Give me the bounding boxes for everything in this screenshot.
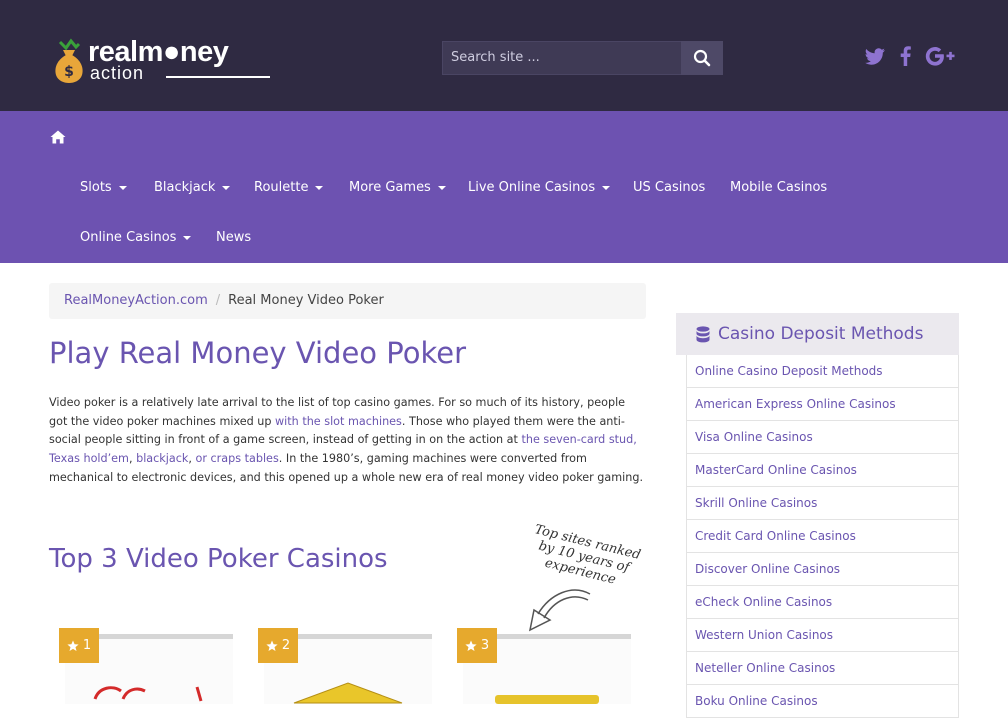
nav-item-label: US Casinos xyxy=(633,180,706,195)
caret-down-icon xyxy=(222,185,231,190)
sidebar-item-echeck[interactable]: eCheck Online Casinos xyxy=(687,586,958,619)
logo-underline xyxy=(166,76,270,78)
database-icon xyxy=(696,325,710,342)
google-plus-link[interactable] xyxy=(924,44,956,68)
page-title: Play Real Money Video Poker xyxy=(49,336,466,370)
rank-badge-1: 1 xyxy=(59,628,99,663)
rank-badge-3: 3 xyxy=(457,628,497,663)
money-bag-icon: $ xyxy=(55,38,83,83)
nav-item-label: Mobile Casinos xyxy=(730,180,828,195)
search-icon xyxy=(693,49,711,67)
nav-item-label: Live Online Casinos xyxy=(468,180,596,195)
craps-tables-link[interactable]: or craps tables xyxy=(196,452,279,465)
sidebar-item-credit-card[interactable]: Credit Card Online Casinos xyxy=(687,520,958,553)
facebook-icon xyxy=(900,46,911,66)
nav-item-label: Roulette xyxy=(254,180,309,195)
sidebar-item-discover[interactable]: Discover Online Casinos xyxy=(687,553,958,586)
twitter-link[interactable] xyxy=(864,44,886,68)
nav-item-label: Blackjack xyxy=(154,180,216,195)
site-logo[interactable]: $ realm●ney action xyxy=(54,36,274,84)
sidebar-item-online-casino-deposit-methods[interactable]: Online Casino Deposit Methods xyxy=(687,355,958,388)
search-input[interactable]: Search site ... xyxy=(442,41,682,75)
nav-item-blackjack[interactable]: Blackjack xyxy=(154,180,231,195)
nav-item-label: More Games xyxy=(349,180,431,195)
sidebar-item-western-union[interactable]: Western Union Casinos xyxy=(687,619,958,652)
curved-arrow-icon xyxy=(528,589,591,632)
nav-item-label: Online Casinos xyxy=(80,230,177,245)
nav-item-live-online-casinos[interactable]: Live Online Casinos xyxy=(468,180,611,195)
nav-item-news[interactable]: News xyxy=(216,230,251,245)
twitter-icon xyxy=(865,47,885,65)
sidebar-header: Casino Deposit Methods xyxy=(676,313,959,355)
sidebar-item-mastercard[interactable]: MasterCard Online Casinos xyxy=(687,454,958,487)
rank-number: 3 xyxy=(480,638,490,653)
section-title: Top 3 Video Poker Casinos xyxy=(49,544,388,574)
rank-badge-2: 2 xyxy=(258,628,298,663)
google-plus-icon xyxy=(925,47,955,66)
sidebar-item-skrill[interactable]: Skrill Online Casinos xyxy=(687,487,958,520)
breadcrumb-separator: / xyxy=(215,293,221,308)
nav-item-mobile-casinos[interactable]: Mobile Casinos xyxy=(730,180,827,195)
search-button[interactable] xyxy=(681,41,723,75)
home-icon xyxy=(50,130,66,144)
caret-down-icon xyxy=(315,185,324,190)
star-icon xyxy=(465,640,477,651)
sidebar-item-american-express[interactable]: American Express Online Casinos xyxy=(687,388,958,421)
nav-item-online-casinos[interactable]: Online Casinos xyxy=(80,230,192,245)
caret-down-icon xyxy=(437,185,446,190)
nav-item-roulette[interactable]: Roulette xyxy=(254,180,324,195)
caret-down-icon xyxy=(118,185,127,190)
intro-text: , xyxy=(188,452,196,466)
home-link[interactable] xyxy=(50,129,68,145)
caret-down-icon xyxy=(602,185,611,190)
nav-item-more-games[interactable]: More Games xyxy=(349,180,446,195)
sidebar-item-neteller[interactable]: Neteller Online Casinos xyxy=(687,652,958,685)
breadcrumb-current: Real Money Video Poker xyxy=(228,293,384,308)
nav-item-label: News xyxy=(216,230,252,245)
breadcrumb: RealMoneyAction.com / Real Money Video Pok… xyxy=(49,283,646,319)
nav-item-us-casinos[interactable]: US Casinos xyxy=(633,180,705,195)
slot-machines-link[interactable]: with the slot machines xyxy=(275,415,402,428)
sidebar-item-visa[interactable]: Visa Online Casinos xyxy=(687,421,958,454)
rank-number: 2 xyxy=(281,638,291,653)
handwritten-note: Top sites ranked by 10 years of experien… xyxy=(532,522,643,588)
logo-subtext: action xyxy=(90,63,145,83)
star-icon xyxy=(266,640,278,651)
facebook-link[interactable] xyxy=(896,44,914,68)
star-icon xyxy=(67,640,79,651)
breadcrumb-home-link[interactable]: RealMoneyAction.com xyxy=(64,293,208,308)
intro-paragraph: Video poker is a relatively late arrival… xyxy=(49,394,646,488)
nav-item-label: Slots xyxy=(80,180,112,195)
rank-number: 1 xyxy=(82,638,92,653)
sidebar-item-boku[interactable]: Boku Online Casinos xyxy=(687,685,958,718)
nav-item-slots[interactable]: Slots xyxy=(80,180,127,195)
blackjack-link[interactable]: blackjack xyxy=(136,452,188,465)
sidebar-list: Online Casino Deposit Methods American E… xyxy=(686,355,959,718)
sidebar-title: Casino Deposit Methods xyxy=(718,324,924,344)
svg-text:$: $ xyxy=(64,64,74,80)
caret-down-icon xyxy=(183,235,192,240)
